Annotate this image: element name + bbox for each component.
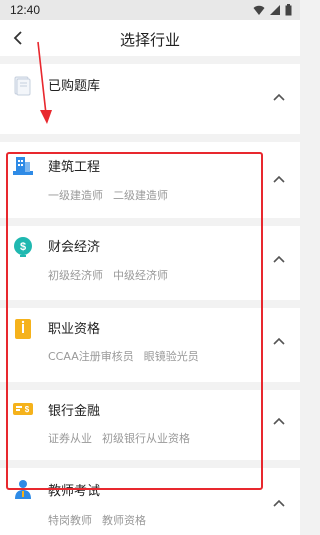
battery-icon (285, 4, 292, 16)
category-title: 建筑工程 (48, 160, 101, 175)
category-title: 银行金融 (48, 404, 101, 419)
section-divider (0, 460, 300, 468)
section-divider (0, 218, 300, 226)
chevron-up-icon[interactable] (272, 92, 286, 102)
subitem[interactable]: 初级经济师 (48, 269, 103, 282)
category-subitems: 证券从业 初级银行从业资格 (48, 430, 200, 446)
book-icon (14, 76, 31, 96)
category-subitems: 一级建造师 二级建造师 (48, 187, 178, 203)
subitem[interactable]: 教师资格 (102, 514, 146, 527)
subitem[interactable]: 中级经济师 (113, 269, 168, 282)
status-bar: 12:40 (0, 0, 300, 20)
purchased-question-bank-row[interactable]: 已购题库 (0, 64, 300, 134)
wifi-icon (253, 5, 265, 15)
svg-text:$: $ (25, 405, 30, 414)
status-time: 12:40 (10, 3, 41, 17)
teacher-icon (15, 480, 31, 499)
chevron-up-icon[interactable] (272, 336, 286, 346)
signal-icon (270, 5, 280, 15)
subitem[interactable]: 眼镜验光员 (144, 350, 199, 363)
purchased-label: 已购题库 (48, 79, 101, 94)
subitem[interactable]: CCAA注册审核员 (48, 350, 134, 363)
section-divider (0, 300, 300, 308)
section-divider (0, 382, 300, 390)
subitem[interactable]: 二级建造师 (113, 189, 168, 202)
category-subitems: 特岗教师 教师资格 (48, 512, 156, 528)
category-row-construction[interactable]: 建筑工程 一级建造师 二级建造师 (0, 142, 300, 218)
chevron-up-icon[interactable] (272, 254, 286, 264)
banknote-icon: $ (13, 403, 33, 415)
category-title: 财会经济 (48, 240, 101, 255)
category-title: 教师考试 (48, 484, 101, 499)
category-subitems: CCAA注册审核员 眼镜验光员 (48, 348, 209, 364)
page-title: 选择行业 (119, 31, 180, 49)
category-row-finance-economics[interactable]: $ 财会经济 初级经济师 中级经济师 (0, 226, 300, 300)
badge-icon (15, 319, 31, 339)
dollar-coin-icon: $ (14, 237, 32, 257)
chevron-up-icon[interactable] (272, 174, 286, 184)
status-icons (253, 4, 292, 16)
chevron-up-icon[interactable] (272, 416, 286, 426)
section-divider (0, 134, 300, 142)
subitem[interactable]: 一级建造师 (48, 189, 103, 202)
category-subitems: 初级经济师 中级经济师 (48, 267, 178, 283)
category-row-professional-qualification[interactable]: 职业资格 CCAA注册审核员 眼镜验光员 (0, 308, 300, 382)
building-icon (13, 157, 33, 175)
subitem[interactable]: 初级银行从业资格 (102, 432, 190, 445)
category-row-banking-finance[interactable]: $ 银行金融 证券从业 初级银行从业资格 (0, 390, 300, 460)
subitem[interactable]: 特岗教师 (48, 514, 92, 527)
svg-text:$: $ (20, 241, 26, 253)
chevron-up-icon[interactable] (272, 498, 286, 508)
subitem[interactable]: 证券从业 (48, 432, 92, 445)
category-row-teacher-exam[interactable]: 教师考试 特岗教师 教师资格 (0, 468, 300, 535)
top-bar: 选择行业 (0, 20, 300, 56)
category-title: 职业资格 (48, 322, 101, 337)
